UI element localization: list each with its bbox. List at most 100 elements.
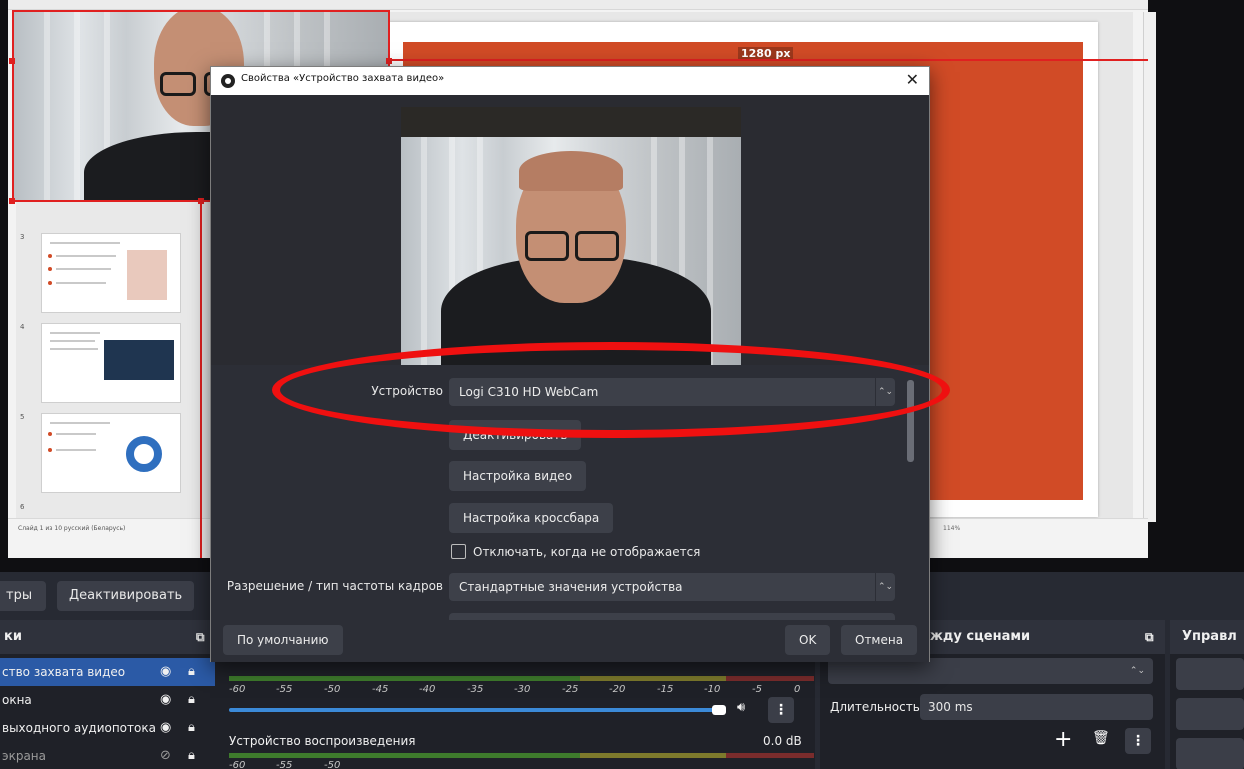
meter-tick: -35	[467, 684, 484, 695]
meter-tick: -55	[276, 684, 293, 695]
sources-panel-header: ки ⧉	[0, 620, 215, 654]
trash-icon[interactable]: 🗑︎	[1092, 730, 1110, 746]
hide-when-not-shown-checkbox[interactable]	[451, 544, 466, 559]
eye-off-icon[interactable]: ⊘	[160, 742, 171, 769]
close-icon[interactable]: ✕	[906, 70, 919, 89]
transitions-panel-title: жду сценами	[930, 629, 1031, 644]
meter-scale: -60 -55 -50 -45 -40 -35 -30 -25 -20 -15 …	[229, 684, 819, 696]
source-item-label: окна	[2, 693, 32, 707]
deactivate-source-button[interactable]: Деактивировать	[57, 581, 195, 611]
filters-button[interactable]: тры	[0, 581, 46, 611]
meter-tick: 0	[794, 684, 801, 695]
ppt-thumbnail-pane: 3 4 5 6	[16, 200, 208, 520]
controls-panel-title: Управл	[1170, 620, 1244, 654]
properties-dialog: Свойства «Устройство захвата видео» ✕ Ус…	[210, 66, 930, 662]
eye-icon[interactable]: ◉	[160, 686, 171, 714]
sources-panel-title: ки	[4, 629, 22, 644]
undock-icon[interactable]: ⧉	[196, 620, 205, 654]
meter-tick: -30	[514, 684, 531, 695]
cancel-button[interactable]: Отмена	[841, 625, 918, 655]
dialog-scrollbar[interactable]	[905, 380, 915, 470]
slide-number: 6	[20, 503, 25, 511]
hide-when-not-shown-label[interactable]: Отключать, когда не отображается	[473, 545, 700, 559]
duration-label: Длительность	[830, 700, 920, 714]
source-item-label: ство захвата видео	[2, 665, 126, 679]
bounding-guide-line	[388, 59, 1148, 61]
obs-window: 3 4 5 6 Слайд 1 из 10 русский (Беларусь)…	[0, 0, 1244, 769]
lock-icon[interactable]: 🔒︎	[188, 658, 195, 686]
resolution-label: Разрешение / тип частоты кадров	[226, 579, 443, 593]
eye-icon[interactable]: ◉	[160, 658, 171, 686]
transform-handle[interactable]	[9, 58, 15, 64]
slide-number: 3	[20, 233, 25, 241]
ceiling-strip	[401, 107, 741, 137]
source-item-label: выходного аудиопотока	[2, 721, 156, 735]
control-button[interactable]	[1176, 658, 1244, 690]
volume-slider-handle[interactable]	[712, 705, 726, 715]
ppt-ribbon-strip	[8, 0, 1148, 10]
eye-icon[interactable]: ◉	[160, 714, 171, 742]
lock-icon[interactable]: 🔒︎	[188, 714, 195, 742]
transform-handle[interactable]	[9, 198, 15, 204]
audio-meter	[229, 753, 814, 758]
transform-handle[interactable]	[198, 198, 204, 204]
dialog-footer: По умолчанию OK Отмена	[211, 620, 929, 662]
chevron-updown-icon: ⌃⌄	[1129, 666, 1145, 676]
ppt-status-text: Слайд 1 из 10 русский (Беларусь)	[18, 525, 126, 532]
meter-tick: -15	[657, 684, 674, 695]
duration-spinbox[interactable]: 300 ms	[920, 694, 1153, 720]
mixer-channel-db: 0.0 dB	[763, 734, 802, 748]
meter-tick: -25	[562, 684, 579, 695]
transform-handle[interactable]	[386, 58, 392, 64]
control-button[interactable]	[1176, 698, 1244, 730]
device-select-value: Logi C310 HD WebCam	[459, 385, 599, 399]
ppt-zoom-level: 114%	[943, 525, 961, 532]
dialog-scrollbar-thumb[interactable]	[907, 380, 914, 462]
resolution-select-value: Стандартные значения устройства	[459, 580, 683, 594]
obs-logo-icon	[221, 74, 235, 88]
source-item[interactable]: выходного аудиопотока ◉ 🔒︎	[0, 714, 215, 742]
lock-icon[interactable]: 🔒︎	[188, 686, 195, 714]
resolution-select[interactable]: Стандартные значения устройства ⌃⌄	[449, 573, 895, 601]
slide-number: 5	[20, 413, 25, 421]
source-item[interactable]: экрана ⊘ 🔒︎	[0, 742, 215, 769]
slide-thumbnail	[41, 233, 181, 313]
dialog-title: Свойства «Устройство захвата видео»	[241, 73, 445, 84]
meter-tick: -50	[324, 760, 341, 769]
slide-number: 4	[20, 323, 25, 331]
defaults-button[interactable]: По умолчанию	[223, 625, 343, 655]
meter-tick: -55	[276, 760, 293, 769]
ppt-vertical-scrollbar	[1143, 12, 1156, 522]
meter-tick: -50	[324, 684, 341, 695]
controls-panel: Управл	[1170, 620, 1244, 769]
deactivate-device-button[interactable]: Деактивировать	[449, 420, 582, 450]
crossbar-settings-button[interactable]: Настройка кроссбара	[449, 503, 614, 533]
meter-tick: -45	[372, 684, 389, 695]
kebab-menu-icon[interactable]: ⋮	[1125, 728, 1151, 754]
ok-button[interactable]: OK	[785, 625, 831, 655]
slide-thumbnail	[41, 413, 181, 493]
meter-scale: -60 -55 -50	[229, 760, 819, 769]
dialog-titlebar[interactable]: Свойства «Устройство захвата видео» ✕	[211, 67, 929, 95]
bounding-guide-line	[200, 200, 202, 558]
meter-tick: -60	[229, 684, 246, 695]
control-button[interactable]	[1176, 738, 1244, 769]
source-item-label: экрана	[2, 749, 47, 763]
sources-panel: ки ⧉ ство захвата видео ◉ 🔒︎ окна ◉ 🔒︎ в…	[0, 620, 215, 769]
meter-tick: -60	[229, 760, 246, 769]
video-settings-button[interactable]: Настройка видео	[449, 461, 587, 491]
speaker-icon[interactable]: 🔊︎	[737, 700, 745, 715]
plus-icon[interactable]: +	[1054, 728, 1072, 752]
source-item[interactable]: ство захвата видео ◉ 🔒︎	[0, 658, 215, 686]
meter-tick: -40	[419, 684, 436, 695]
kebab-menu-icon[interactable]: ⋮	[768, 697, 794, 723]
volume-slider[interactable]	[229, 708, 716, 712]
lock-icon[interactable]: 🔒︎	[188, 742, 195, 769]
undock-icon[interactable]: ⧉	[1145, 620, 1154, 654]
meter-tick: -5	[752, 684, 762, 695]
audio-meter	[229, 676, 814, 681]
webcam-preview	[401, 107, 741, 365]
duration-value: 300 ms	[928, 700, 973, 714]
source-item[interactable]: окна ◉ 🔒︎	[0, 686, 215, 714]
device-select[interactable]: Logi C310 HD WebCam ⌃⌄	[449, 378, 895, 406]
